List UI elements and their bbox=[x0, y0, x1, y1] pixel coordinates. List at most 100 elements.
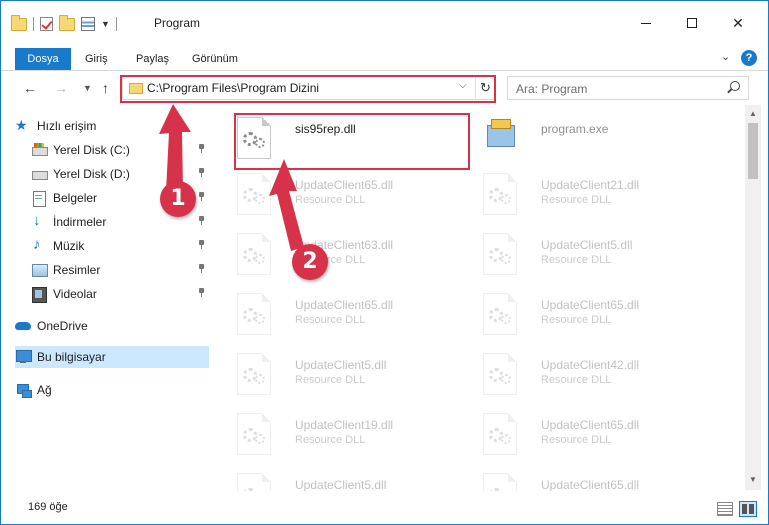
file-name: UpdateClient5.dll bbox=[541, 238, 633, 252]
sidebar-item-local-disk-c[interactable]: Yerel Disk (C:) bbox=[31, 139, 209, 161]
vertical-scrollbar[interactable]: ▲ ▼ bbox=[745, 105, 761, 490]
file-name: UpdateClient65.dll bbox=[541, 298, 640, 312]
file-item[interactable]: UpdateClient21.dll Resource DLL bbox=[471, 169, 711, 225]
file-item[interactable]: UpdateClient42.dll Resource DLL bbox=[471, 349, 711, 405]
sidebar-item-label: Videolar bbox=[53, 287, 97, 301]
close-button[interactable]: ✕ bbox=[715, 11, 761, 35]
dll-file-icon bbox=[483, 413, 517, 455]
search-placeholder[interactable]: Ara: Program bbox=[516, 82, 587, 96]
file-item[interactable]: UpdateClient5.dll Resource DLL bbox=[471, 229, 711, 285]
large-icons-view-icon[interactable] bbox=[739, 501, 757, 517]
callout-step-1: 1 bbox=[160, 181, 196, 217]
folder-icon bbox=[11, 14, 27, 31]
help-icon[interactable]: ? bbox=[741, 50, 757, 66]
tab-home[interactable]: Giriş bbox=[85, 49, 108, 70]
sidebar-item-quick-access[interactable]: Hızlı erişim bbox=[15, 115, 209, 137]
file-item[interactable]: UpdateClient63.dll Resource DLL bbox=[225, 229, 465, 285]
file-item[interactable]: UpdateClient65.dll Resource DLL bbox=[471, 409, 711, 465]
up-arrow-icon[interactable]: ↑ bbox=[102, 80, 109, 96]
file-item[interactable]: UpdateClient65.dll Resource DLL bbox=[225, 289, 465, 345]
new-folder-icon[interactable] bbox=[59, 14, 75, 31]
maximize-icon bbox=[687, 18, 697, 28]
minimize-button[interactable] bbox=[623, 11, 669, 35]
sidebar-item-label: Resimler bbox=[53, 263, 101, 277]
star-icon bbox=[15, 117, 31, 134]
file-name: program.exe bbox=[541, 122, 609, 136]
dll-file-icon bbox=[483, 173, 517, 215]
maximize-button[interactable] bbox=[669, 11, 715, 35]
file-item-program-exe[interactable]: program.exe bbox=[471, 113, 711, 169]
item-count: 169 öğe bbox=[28, 501, 68, 513]
dll-file-icon bbox=[237, 293, 271, 335]
file-name: UpdateClient65.dll bbox=[541, 418, 640, 432]
pin-icon bbox=[198, 144, 205, 153]
sidebar-item-videos[interactable]: Videolar bbox=[31, 283, 209, 305]
sidebar-item-network[interactable]: Ağ bbox=[15, 379, 209, 401]
tab-file[interactable]: Dosya bbox=[15, 48, 71, 70]
address-bar-highlight bbox=[120, 75, 496, 103]
documents-icon bbox=[31, 191, 47, 207]
file-item[interactable]: UpdateClient65.dll Resource DLL bbox=[471, 289, 711, 345]
file-type: Resource DLL bbox=[295, 194, 366, 206]
file-name: UpdateClient65.dll bbox=[295, 298, 394, 312]
file-item[interactable]: UpdateClient65.dll Resource DLL bbox=[471, 469, 711, 491]
file-type: Resource DLL bbox=[295, 314, 366, 326]
sidebar-item-pictures[interactable]: Resimler bbox=[31, 259, 209, 281]
file-type: Resource DLL bbox=[541, 374, 612, 386]
tab-share[interactable]: Paylaş bbox=[136, 49, 169, 70]
dll-file-icon bbox=[237, 233, 271, 275]
file-item[interactable]: UpdateClient65.dll Resource DLL bbox=[225, 169, 465, 225]
file-item[interactable]: UpdateClient5.dll Resource DLL bbox=[225, 349, 465, 405]
scroll-up-icon[interactable]: ▲ bbox=[749, 109, 757, 118]
details-view-icon[interactable] bbox=[717, 502, 733, 516]
pin-icon bbox=[198, 216, 205, 225]
search-box[interactable]: Ara: Program bbox=[507, 76, 749, 100]
exe-file-icon bbox=[485, 119, 515, 149]
quick-access-toolbar: ▼ bbox=[11, 14, 117, 33]
sidebar-item-label: OneDrive bbox=[37, 319, 88, 333]
sidebar-item-label: İndirmeler bbox=[53, 215, 107, 229]
sidebar-item-label: Yerel Disk (D:) bbox=[53, 167, 130, 181]
pictures-icon bbox=[31, 263, 48, 277]
sidebar-item-label: Hızlı erişim bbox=[37, 119, 97, 133]
navigation-pane: Hızlı erişim Yerel Disk (C:) Yerel Disk … bbox=[1, 109, 213, 489]
properties-icon[interactable] bbox=[81, 17, 95, 31]
cloud-icon bbox=[15, 319, 31, 333]
scroll-down-icon[interactable]: ▼ bbox=[749, 475, 757, 484]
drive-icon bbox=[31, 167, 48, 181]
dll-file-icon bbox=[483, 233, 517, 275]
window-title: Program bbox=[154, 16, 201, 30]
search-icon[interactable] bbox=[730, 81, 740, 91]
tab-view[interactable]: Görünüm bbox=[192, 49, 238, 70]
file-type: Resource DLL bbox=[541, 314, 612, 326]
dll-file-icon bbox=[237, 353, 271, 395]
sidebar-item-label: Belgeler bbox=[53, 191, 98, 205]
properties-check-icon[interactable] bbox=[40, 17, 53, 31]
expand-ribbon-icon[interactable]: ⌄ bbox=[721, 50, 730, 63]
file-name: UpdateClient19.dll bbox=[295, 418, 394, 432]
pin-icon bbox=[198, 168, 205, 177]
pin-icon bbox=[198, 288, 205, 297]
computer-icon bbox=[15, 350, 32, 364]
divider bbox=[115, 17, 117, 31]
network-icon bbox=[15, 383, 32, 398]
sidebar-item-this-pc[interactable]: Bu bilgisayar bbox=[15, 346, 209, 368]
dll-file-icon bbox=[237, 413, 271, 455]
close-icon: ✕ bbox=[732, 14, 744, 31]
status-bar: 169 öğe bbox=[1, 493, 768, 524]
sidebar-item-music[interactable]: Müzik bbox=[31, 235, 209, 257]
recent-locations-chevron-icon[interactable]: ▼ bbox=[83, 83, 92, 93]
file-item[interactable]: UpdateClient5.dll Resource DLL bbox=[225, 469, 465, 491]
file-type: Resource DLL bbox=[541, 194, 612, 206]
callout-step-2: 2 bbox=[292, 244, 328, 280]
scroll-thumb[interactable] bbox=[748, 123, 758, 179]
back-arrow-icon[interactable]: ← bbox=[23, 80, 37, 96]
file-item[interactable]: UpdateClient19.dll Resource DLL bbox=[225, 409, 465, 465]
pin-icon bbox=[198, 264, 205, 273]
sidebar-item-label: Ağ bbox=[37, 383, 52, 397]
sidebar-item-onedrive[interactable]: OneDrive bbox=[15, 315, 209, 337]
customize-toolbar-chevron-icon[interactable]: ▼ bbox=[101, 19, 110, 29]
music-icon bbox=[31, 236, 47, 253]
forward-arrow-icon[interactable]: → bbox=[54, 80, 68, 96]
dll-file-icon bbox=[483, 353, 517, 395]
